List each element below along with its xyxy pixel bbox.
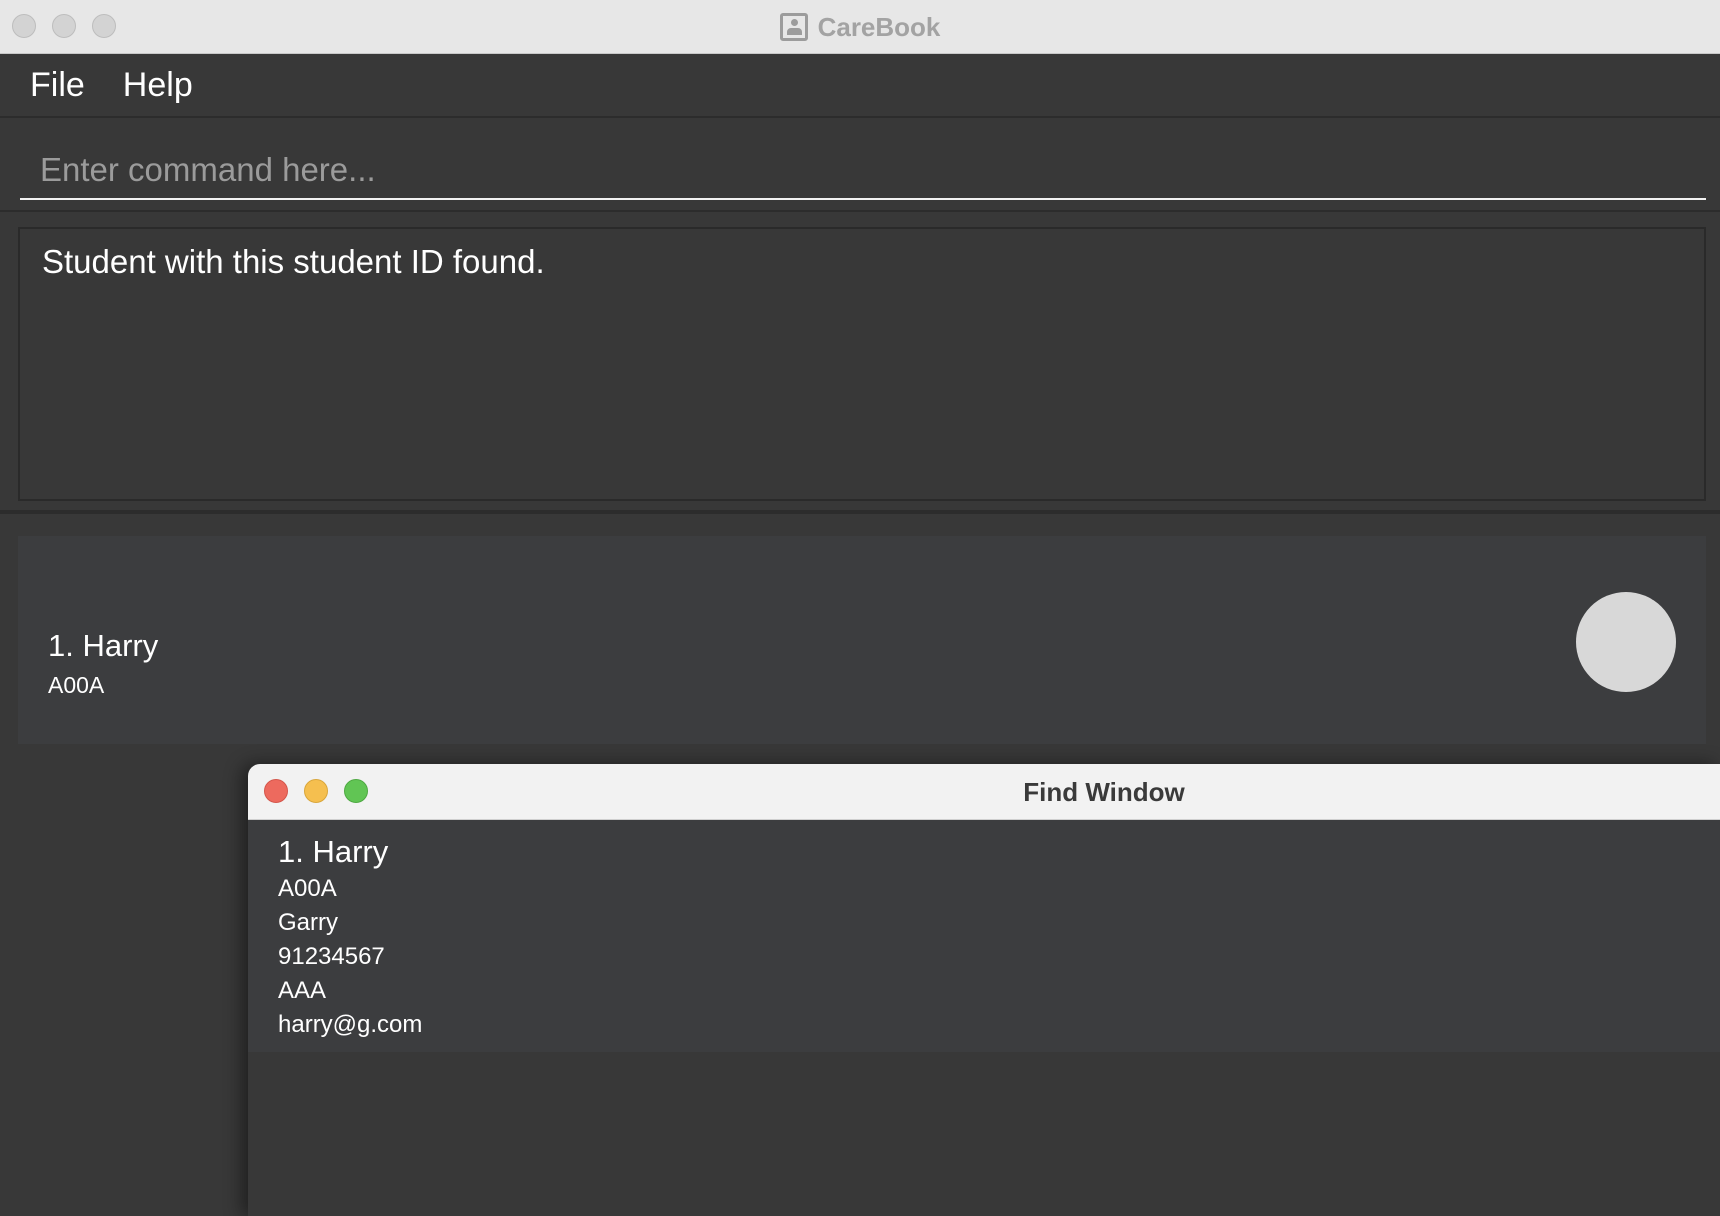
- command-input[interactable]: [20, 142, 1706, 200]
- menu-help[interactable]: Help: [123, 66, 193, 105]
- find-window: Find Window 1. Harry A00A Garry 91234567…: [248, 764, 1720, 1216]
- student-card[interactable]: 1. Harry A00A: [18, 536, 1706, 744]
- find-window-titlebar[interactable]: Find Window: [248, 764, 1720, 820]
- menu-file[interactable]: File: [30, 66, 85, 105]
- window-title-group: CareBook: [0, 0, 1720, 54]
- find-phone: 91234567: [278, 943, 385, 970]
- student-id: A00A: [48, 672, 105, 698]
- find-result-card[interactable]: 1. Harry A00A Garry 91234567 AAA harry@g…: [248, 820, 1720, 1052]
- find-field-aaa: AAA: [278, 977, 327, 1004]
- result-display[interactable]: Student with this student ID found.: [18, 227, 1706, 501]
- result-message: Student with this student ID found.: [42, 243, 545, 280]
- find-student-id: A00A: [278, 875, 337, 902]
- command-box: [0, 120, 1720, 212]
- find-student-name: 1. Harry: [278, 834, 389, 869]
- student-name: 1. Harry: [48, 628, 159, 663]
- menu-bar: File Help: [0, 54, 1720, 118]
- avatar: [1576, 592, 1676, 692]
- find-email: harry@g.com: [278, 1011, 423, 1038]
- find-parent-name: Garry: [278, 909, 338, 936]
- window-title: CareBook: [817, 11, 941, 42]
- find-window-title: Find Window: [1023, 776, 1185, 807]
- contact-book-icon: [779, 13, 808, 41]
- main-titlebar[interactable]: CareBook: [0, 0, 1720, 54]
